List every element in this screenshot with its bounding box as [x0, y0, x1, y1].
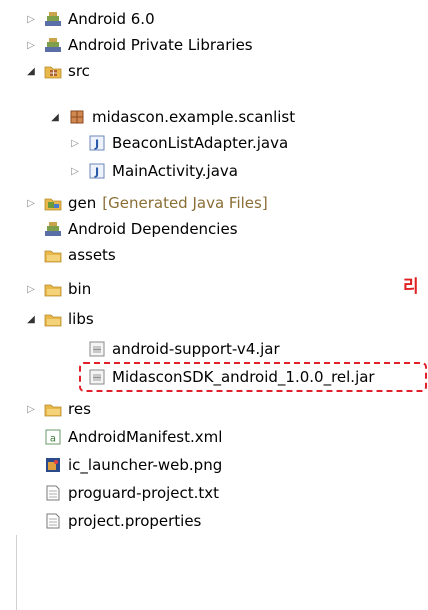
tree-item-assets[interactable]: assets — [44, 242, 116, 268]
annotation-text: 리 — [403, 277, 419, 297]
package-icon — [70, 110, 84, 124]
tree-item-libs[interactable]: ◢ libs — [24, 306, 94, 332]
expand-arrow-icon[interactable]: ▷ — [68, 164, 82, 178]
tree-item-package[interactable]: ◢ midascon.example.scanlist — [48, 104, 295, 130]
panel-border — [16, 535, 17, 610]
tree-item-label: proguard-project.txt — [68, 484, 220, 502]
tree-item-bin[interactable]: ▷ bin — [24, 276, 91, 302]
generated-folder-icon — [44, 198, 62, 211]
tree-item-decoration: [Generated Java Files] — [102, 194, 268, 212]
tree-item-android-private-libraries[interactable]: ▷ Android Private Libraries — [24, 32, 253, 58]
jar-file-icon — [89, 341, 105, 357]
tree-item-label: libs — [68, 310, 94, 328]
folder-icon — [44, 404, 62, 417]
library-icon — [45, 38, 61, 52]
folder-icon — [44, 314, 62, 327]
folder-icon — [44, 250, 62, 263]
svg-text:a: a — [50, 434, 56, 445]
tree-item-label: ic_launcher-web.png — [68, 456, 223, 474]
tree-item-label: BeaconListAdapter.java — [112, 134, 289, 152]
svg-text:J: J — [94, 166, 99, 179]
tree-item-src[interactable]: ◢ src — [24, 58, 90, 84]
tree-item-label: src — [68, 62, 90, 80]
tree-item-label: MainActivity.java — [112, 162, 238, 180]
tree-item-mainactivity[interactable]: ▷ J MainActivity.java — [68, 158, 238, 184]
tree-item-android-6[interactable]: ▷ Android 6.0 — [24, 6, 155, 32]
java-file-icon: J — [89, 135, 105, 151]
tree-item-label: Android Private Libraries — [68, 36, 253, 54]
image-file-icon — [46, 458, 60, 472]
tree-item-beaconlistadapter[interactable]: ▷ J BeaconListAdapter.java — [68, 130, 288, 156]
tree-item-label: android-support-v4.jar — [112, 340, 280, 358]
tree-item-label: Android Dependencies — [68, 220, 238, 238]
tree-item-label: Android 6.0 — [68, 10, 155, 28]
expand-arrow-icon[interactable]: ▷ — [24, 38, 38, 52]
tree-item-label: project.properties — [68, 512, 202, 530]
tree-item-android-support-jar[interactable]: android-support-v4.jar — [88, 336, 280, 362]
text-file-icon — [46, 513, 60, 529]
tree-item-android-manifest[interactable]: a AndroidManifest.xml — [44, 424, 222, 450]
expand-arrow-icon[interactable]: ▷ — [68, 136, 82, 150]
highlight-box — [79, 362, 427, 392]
tree-item-label: AndroidManifest.xml — [68, 428, 223, 446]
tree-item-label: res — [68, 400, 91, 418]
expand-arrow-icon[interactable]: ▷ — [24, 196, 38, 210]
folder-icon — [44, 284, 62, 297]
svg-text:J: J — [94, 138, 99, 151]
library-icon — [45, 222, 61, 236]
tree-item-android-dependencies[interactable]: Android Dependencies — [44, 216, 238, 242]
tree-item-gen[interactable]: ▷ gen [Generated Java Files] — [24, 190, 268, 216]
library-icon — [45, 12, 61, 26]
tree-item-label: midascon.example.scanlist — [92, 108, 296, 126]
tree-item-ic-launcher[interactable]: ic_launcher-web.png — [44, 452, 222, 478]
tree-item-label: bin — [68, 280, 92, 298]
collapse-arrow-icon[interactable]: ◢ — [24, 64, 38, 78]
text-file-icon — [46, 485, 60, 501]
tree-item-label: assets — [68, 246, 116, 264]
collapse-arrow-icon[interactable]: ◢ — [24, 312, 38, 326]
package-explorer-tree: ▷ Android 6.0 ▷ Android Private Librarie… — [0, 0, 428, 610]
tree-item-proguard[interactable]: proguard-project.txt — [44, 480, 219, 506]
tree-item-label: gen — [68, 194, 97, 212]
collapse-arrow-icon[interactable]: ◢ — [48, 110, 62, 124]
source-folder-icon — [44, 66, 62, 79]
expand-arrow-icon[interactable]: ▷ — [24, 12, 38, 26]
expand-arrow-icon[interactable]: ▷ — [24, 282, 38, 296]
tree-item-project-properties[interactable]: project.properties — [44, 508, 201, 534]
expand-arrow-icon[interactable]: ▷ — [24, 402, 38, 416]
manifest-file-icon: a — [45, 429, 61, 445]
java-file-icon: J — [89, 163, 105, 179]
tree-item-res[interactable]: ▷ res — [24, 396, 91, 422]
